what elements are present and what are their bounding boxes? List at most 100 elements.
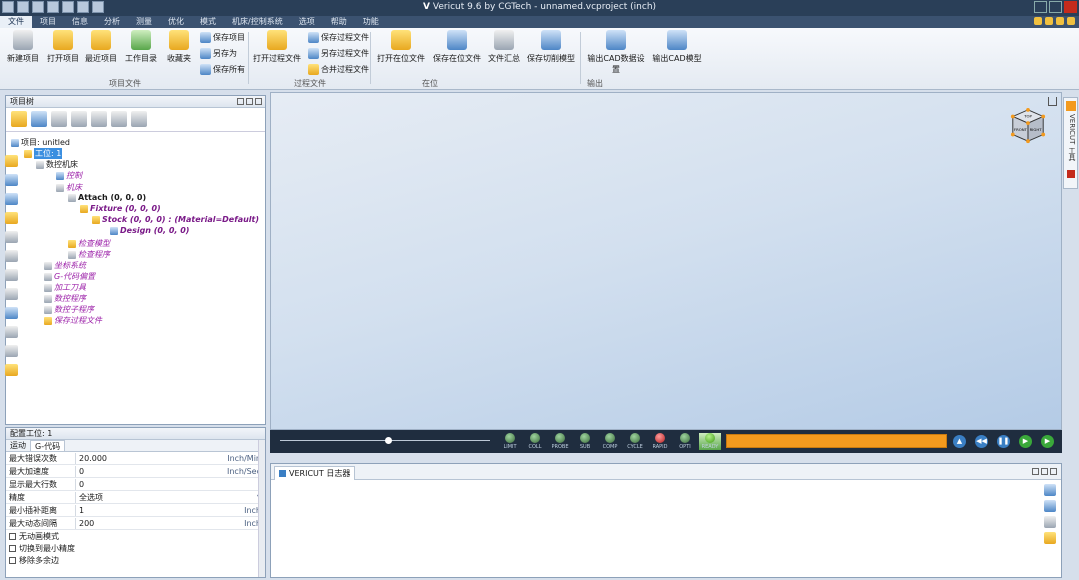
export-settings-button[interactable]: 输出CAD数据设置: [584, 30, 648, 75]
reset-model-button[interactable]: ▲: [953, 435, 966, 448]
csys-icon[interactable]: [5, 250, 18, 262]
new-project-button[interactable]: 新建项目: [6, 30, 40, 64]
close-button[interactable]: [1064, 1, 1077, 13]
speed-slider[interactable]: [280, 437, 490, 444]
checkbox[interactable]: [9, 532, 16, 540]
redo-icon[interactable]: [91, 111, 107, 127]
move-icon[interactable]: [111, 111, 127, 127]
home-icon[interactable]: [1048, 97, 1057, 106]
save-all-button[interactable]: 保存所有: [200, 62, 245, 76]
panel-close-icon[interactable]: [255, 98, 262, 105]
tab-gcode[interactable]: G-代码: [30, 440, 66, 451]
graphics-viewport[interactable]: TOP FRONT RIGHT: [270, 92, 1062, 430]
tree-node-nc-program[interactable]: 数控程序: [44, 293, 86, 304]
working-dir-button[interactable]: 工作目录: [124, 30, 158, 64]
machine-add-icon[interactable]: [5, 155, 18, 167]
open-inprocess-button[interactable]: 打开在位文件: [376, 30, 426, 64]
favorites-button[interactable]: 收藏夹: [162, 30, 196, 64]
checkbox[interactable]: [9, 556, 16, 564]
tool-strip-icon[interactable]: [1066, 101, 1076, 111]
file-summary-button[interactable]: 文件汇总: [486, 30, 522, 64]
menu-analysis[interactable]: 分析: [96, 16, 128, 28]
menu-info[interactable]: 信息: [64, 16, 96, 28]
view-icon[interactable]: [51, 111, 67, 127]
menu-project[interactable]: 项目: [32, 16, 64, 28]
axis-icon[interactable]: [5, 231, 18, 243]
open-process-button[interactable]: 打开过程文件: [252, 30, 302, 64]
menu-machine[interactable]: 机床/控制系统: [224, 16, 291, 28]
menu-mode[interactable]: 模式: [192, 16, 224, 28]
menu-measure[interactable]: 测量: [128, 16, 160, 28]
checkbox[interactable]: [9, 544, 16, 552]
gear-icon[interactable]: [5, 269, 18, 281]
prop-value[interactable]: 20.000 Inch/Min: [76, 454, 265, 463]
tool-add-icon[interactable]: [5, 288, 18, 300]
lock-icon[interactable]: [1045, 17, 1053, 25]
checkbox-row[interactable]: 切换到最小精度: [6, 542, 265, 554]
process-save-as-button[interactable]: 另存过程文件: [308, 46, 369, 60]
config-icon[interactable]: [31, 111, 47, 127]
save-as-button[interactable]: 另存为: [200, 46, 237, 60]
slider-knob[interactable]: [385, 437, 392, 444]
menu-help[interactable]: 帮助: [323, 16, 355, 28]
play-button[interactable]: ▶: [1019, 435, 1032, 448]
undo-icon[interactable]: [71, 111, 87, 127]
menu-options[interactable]: 选项: [291, 16, 323, 28]
save-process-button[interactable]: 保存过程文件: [308, 30, 369, 44]
merge-process-button[interactable]: 合并过程文件: [308, 62, 369, 76]
prop-scrollbar[interactable]: [258, 440, 265, 577]
save-inprocess-button[interactable]: 保存在位文件: [432, 30, 482, 64]
view-cube[interactable]: TOP FRONT RIGHT: [1009, 107, 1047, 145]
menu-function[interactable]: 功能: [355, 16, 387, 28]
tree-node-nc-subroutine[interactable]: 数控子程序: [44, 304, 94, 315]
help-icon[interactable]: [1067, 17, 1075, 25]
model-icon[interactable]: [5, 193, 18, 205]
list-icon[interactable]: [5, 326, 18, 338]
tab-motion[interactable]: 运动: [6, 440, 30, 451]
tree-node-project[interactable]: 项目: unitled: [11, 137, 70, 148]
fixture-add-icon[interactable]: [5, 212, 18, 224]
log-tab[interactable]: VERICUT 日志器: [274, 466, 356, 480]
tree-node-gcode-offset[interactable]: G-代码偏置: [44, 271, 95, 282]
save-project-button[interactable]: 保存项目: [200, 30, 245, 44]
edit-icon[interactable]: [11, 111, 27, 127]
tree-node-fixture[interactable]: Fixture (0, 0, 0): [80, 204, 161, 213]
log-check-icon[interactable]: [1044, 500, 1056, 512]
folder-icon[interactable]: [5, 364, 18, 376]
pin-icon[interactable]: [1032, 468, 1039, 475]
open-project-button[interactable]: 打开项目: [46, 30, 80, 64]
style-icon[interactable]: [1034, 17, 1042, 25]
tree-node-machine-model[interactable]: 机床: [56, 182, 82, 193]
panel-close-icon[interactable]: [1050, 468, 1057, 475]
float-icon[interactable]: [1041, 468, 1048, 475]
play-to-end-button[interactable]: ▶: [1041, 435, 1054, 448]
tree-node-machine[interactable]: 数控机床: [36, 159, 78, 170]
rewind-button[interactable]: ◀◀: [975, 435, 988, 448]
prop-dropdown[interactable]: 全选项▾: [76, 492, 265, 503]
recent-project-button[interactable]: 最近项目: [84, 30, 118, 64]
flag-icon[interactable]: [1067, 170, 1075, 178]
log-export-icon[interactable]: [1044, 532, 1056, 544]
menu-optimize[interactable]: 优化: [160, 16, 192, 28]
minimize-button[interactable]: [1034, 1, 1047, 13]
tree-node-coordinate-system[interactable]: 坐标系统: [44, 260, 86, 271]
prop-value[interactable]: 0: [76, 480, 265, 489]
export-model-button[interactable]: 输出CAD模型: [652, 30, 702, 64]
log-clear-icon[interactable]: [1044, 516, 1056, 528]
tree-node-inspection-program[interactable]: 检查程序: [68, 249, 110, 260]
list2-icon[interactable]: [5, 345, 18, 357]
binoculars-icon[interactable]: [131, 111, 147, 127]
save-cut-model-button[interactable]: 保存切削模型: [526, 30, 576, 64]
prop-value[interactable]: 200 Inch: [76, 519, 265, 528]
pause-button[interactable]: ❚❚: [997, 435, 1010, 448]
float-icon[interactable]: [246, 98, 253, 105]
menu-file[interactable]: 文件: [0, 16, 32, 28]
tree-node-stock[interactable]: Stock (0, 0, 0) : (Material=Default): [92, 215, 259, 224]
search-icon[interactable]: [1056, 17, 1064, 25]
component-icon[interactable]: [5, 174, 18, 186]
tree-node-setup[interactable]: 工位: 1: [24, 148, 63, 159]
tree-node-tooling[interactable]: 加工刀具: [44, 282, 86, 293]
maximize-button[interactable]: [1049, 1, 1062, 13]
tree-node-save-process[interactable]: 保存过程文件: [44, 315, 102, 326]
log-filter-icon[interactable]: [1044, 484, 1056, 496]
